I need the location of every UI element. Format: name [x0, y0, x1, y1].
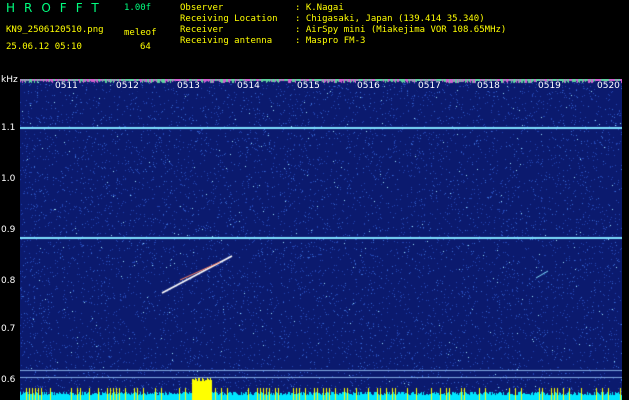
info-row: Observer: K.Nagai: [180, 3, 344, 13]
y-tick-label: 1.1: [1, 123, 16, 133]
right-border: [622, 78, 629, 400]
observation-info: Observer: K.Nagai Receiving Location: Ch…: [180, 3, 506, 47]
version-label: 1.00f: [124, 3, 152, 13]
app-title: HROFFT: [6, 1, 108, 15]
y-tick-label: 0.8: [1, 276, 16, 286]
spectrogram-plot: [20, 79, 622, 400]
time-label: 0512: [115, 81, 140, 91]
y-tick-label: 0.6: [1, 375, 16, 385]
time-label: 0519: [537, 81, 562, 91]
y-tick-label: 0.9: [1, 225, 16, 235]
spectrogram-canvas: [20, 79, 622, 400]
info-row: Receiving Location: Chigasaki, Japan (13…: [180, 14, 485, 24]
time-label: 0520: [596, 81, 621, 91]
time-label: 0517: [417, 81, 442, 91]
datetime-label: 25.06.12 05:10: [6, 42, 82, 52]
info-row: Receiving antenna: Maspro FM-3: [180, 36, 366, 46]
y-tick-label: 0.7: [1, 324, 16, 334]
header-panel: HROFFT 1.00f KN9_2506120510.png 25.06.12…: [0, 0, 629, 78]
time-label: 0514: [236, 81, 261, 91]
y-unit-label: kHz: [1, 75, 18, 85]
y-tick-label: 1.0: [1, 174, 16, 184]
info-row: Receiver: AirSpy mini (Miakejima VOR 108…: [180, 25, 507, 35]
param-value: 64: [140, 42, 151, 52]
time-label: 0513: [176, 81, 201, 91]
param-label: meleof: [124, 28, 157, 38]
filename-label: KN9_2506120510.png: [6, 25, 104, 35]
time-label: 0515: [296, 81, 321, 91]
y-axis: kHz 1.1 1.0 0.9 0.8 0.7 0.6: [0, 75, 20, 400]
time-label: 0516: [356, 81, 381, 91]
time-label: 0518: [476, 81, 501, 91]
time-label: 0511: [54, 81, 79, 91]
